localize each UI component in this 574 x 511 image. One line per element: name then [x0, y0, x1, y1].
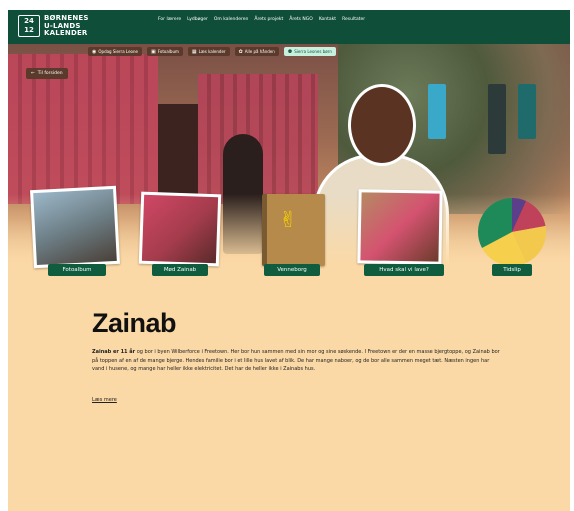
portrait-head [348, 84, 416, 166]
action-alle-paa-haanden[interactable]: ✿ Alle på hånden [234, 47, 279, 56]
arrow-left-icon: ← [31, 71, 35, 76]
card-label: Venneborg [264, 264, 320, 276]
back-button[interactable]: ← Til forsiden [26, 68, 68, 79]
bio-text: Zainab er 11 år og bor i byen Wilberforc… [92, 348, 502, 374]
scene-laundry [518, 84, 536, 139]
nav-link-lydboger[interactable]: Lydbøger [187, 17, 208, 22]
read-more-link[interactable]: Læs mere [92, 397, 117, 403]
photo-image [141, 194, 219, 264]
moed-zainab-photo [138, 191, 222, 267]
card-label: Tidslip [492, 264, 532, 276]
nav-link-for-laerere[interactable]: For lærere [158, 17, 181, 22]
back-label: Til forsiden [37, 71, 63, 76]
nav-link-arets-projekt[interactable]: Årets projekt [254, 17, 283, 22]
action-bar: ◉ Opdag Sierra Leone ▣ Fotoalbum ▦ Læs kale… [88, 47, 336, 56]
action-label: Læs kalender [198, 49, 226, 54]
logo-text: BØRNENES U-LANDS KALENDER [44, 14, 89, 38]
top-nav: 24 12 BØRNENES U-LANDS KALENDER For lære… [8, 10, 570, 44]
pie-clock-icon [478, 197, 547, 267]
page: 24 12 BØRNENES U-LANDS KALENDER For lære… [8, 10, 570, 511]
card-label: Fotoalbum [48, 264, 106, 276]
card-label: Hvad skal vi lave? [364, 264, 444, 276]
hvad-skal-vi-lave-photo [357, 189, 443, 265]
action-label: Sierra Leones børn [294, 49, 332, 54]
nav-link-kontakt[interactable]: Kontakt [319, 17, 336, 22]
gear-icon: ✿ [238, 48, 243, 55]
scene-laundry [488, 84, 506, 154]
action-fotoalbum[interactable]: ▣ Fotoalbum [146, 47, 183, 56]
bio-lead: Zainab er 11 år [92, 349, 136, 355]
grid-icon: ▦ [191, 48, 197, 55]
main-nav: For lærere Lydbøger Om kalenderen Årets … [158, 17, 365, 22]
action-laes-kalender[interactable]: ▦ Læs kalender [187, 47, 230, 56]
children-icon: ⚉ [287, 48, 293, 55]
action-label: Fotoalbum [157, 49, 179, 54]
logo-mark: 24 12 [18, 15, 40, 38]
nav-link-arets-ngo[interactable]: Årets NGO [289, 17, 313, 22]
nav-link-resultater[interactable]: Resultater [342, 17, 365, 22]
card-label: Mød Zainab [152, 264, 208, 276]
action-opdag[interactable]: ◉ Opdag Sierra Leone [88, 47, 142, 56]
camera-icon: ▣ [150, 48, 156, 55]
action-label: Alle på hånden [244, 49, 275, 54]
bio-body: og bor i byen Wilberforce i Freetown. He… [92, 349, 500, 372]
eye-icon: ◉ [92, 48, 97, 55]
nav-link-om-kalenderen[interactable]: Om kalenderen [214, 17, 249, 22]
page-title: Zainab [92, 308, 177, 338]
handshake-icon: ✌ [279, 208, 298, 233]
photo-image [360, 192, 440, 262]
notebook-icon: ✌ [262, 194, 325, 266]
logo[interactable]: 24 12 BØRNENES U-LANDS KALENDER [18, 14, 89, 38]
logo-line: KALENDER [44, 29, 88, 37]
action-label: Opdag Sierra Leone [98, 49, 138, 54]
photo-image [33, 188, 117, 266]
fotoalbum-photo [30, 185, 120, 269]
action-sierra-leones-born[interactable]: ⚉ Sierra Leones børn [283, 47, 336, 56]
